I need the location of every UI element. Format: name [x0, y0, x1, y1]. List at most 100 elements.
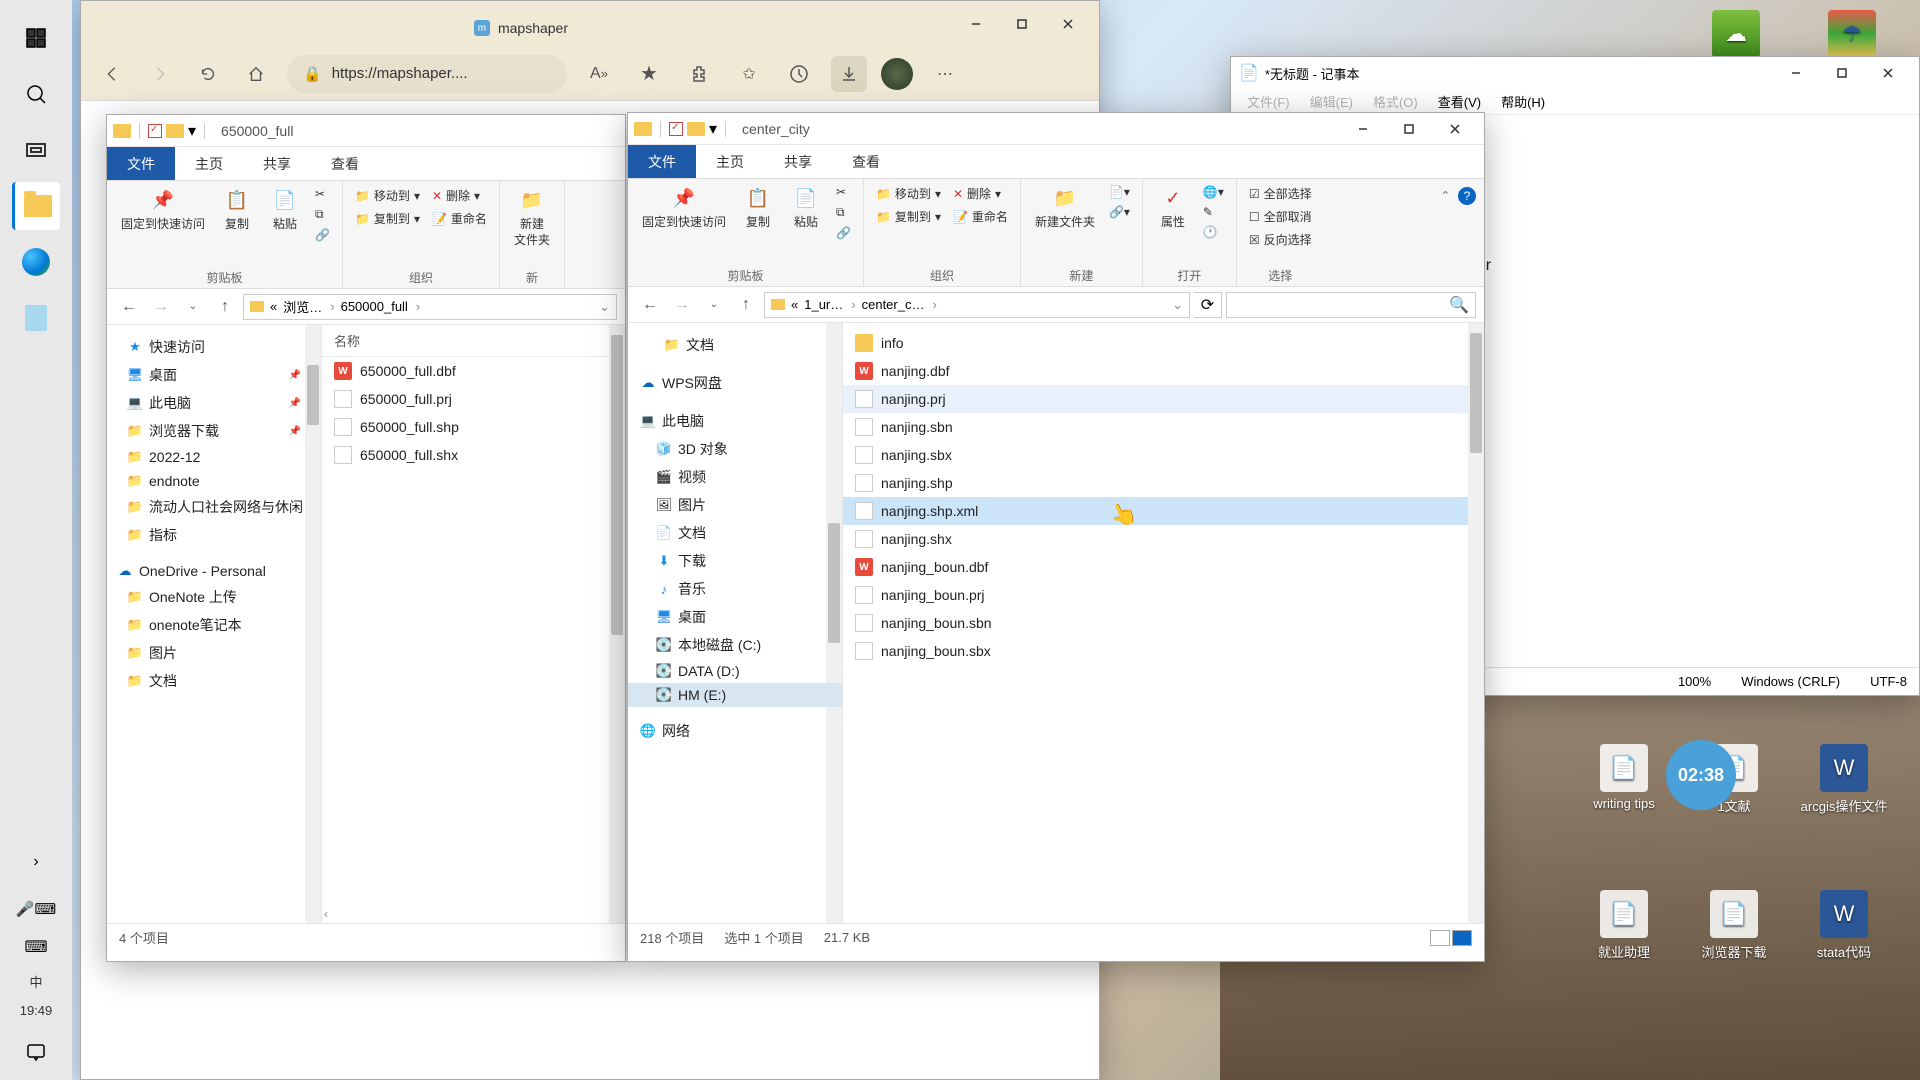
- menu-file[interactable]: 文件(F): [1239, 90, 1298, 113]
- history-button[interactable]: [781, 56, 817, 92]
- paste-button[interactable]: 📄粘贴: [784, 183, 828, 233]
- copy-path-button[interactable]: ⧉: [832, 203, 855, 222]
- paste-button[interactable]: 📄粘贴: [263, 185, 307, 235]
- desktop-icon-job[interactable]: 📄就业助理: [1580, 890, 1668, 961]
- minimize-button[interactable]: [1340, 113, 1386, 145]
- nav-folder[interactable]: 📁2022-12: [107, 445, 321, 469]
- paste-shortcut-button[interactable]: 🔗: [311, 226, 334, 244]
- file-item[interactable]: W650000_full.dbf: [322, 357, 625, 385]
- file-item[interactable]: 650000_full.prj: [322, 385, 625, 413]
- nav-downloads[interactable]: ⬇下载: [628, 547, 842, 575]
- tab-file[interactable]: 文件: [107, 147, 175, 180]
- tab-home[interactable]: 主页: [175, 147, 243, 180]
- new-folder-button[interactable]: 📁新建文件夹: [508, 185, 556, 250]
- new-item-button[interactable]: 📄▾: [1105, 183, 1134, 201]
- tab-share[interactable]: 共享: [764, 145, 832, 178]
- rename-button[interactable]: 📝 重命名: [428, 208, 491, 229]
- delete-button[interactable]: ✕ 删除 ▾: [949, 183, 1012, 204]
- menu-view[interactable]: 查看(V): [1430, 90, 1489, 113]
- maximize-button[interactable]: [1819, 57, 1865, 89]
- delete-button[interactable]: ✕ 删除 ▾: [428, 185, 491, 206]
- close-button[interactable]: [1865, 57, 1911, 89]
- nav-this-pc[interactable]: 💻此电脑📌: [107, 389, 321, 417]
- file-list[interactable]: infoWnanjing.dbfnanjing.prjnanjing.sbnna…: [843, 323, 1484, 923]
- qat-folder-icon[interactable]: [166, 124, 184, 138]
- hscroll-left[interactable]: ‹: [324, 907, 328, 921]
- nav-onedrive[interactable]: ☁OneDrive - Personal: [107, 559, 321, 583]
- pin-button[interactable]: 📌固定到快速访问: [115, 185, 211, 235]
- taskbar-edge[interactable]: [12, 238, 60, 286]
- start-button[interactable]: [12, 14, 60, 62]
- nav-3d-objects[interactable]: 🧊3D 对象: [628, 435, 842, 463]
- desktop-clock-widget[interactable]: 02:38: [1666, 740, 1736, 810]
- nav-videos[interactable]: 🎬视频: [628, 463, 842, 491]
- nav-quick-access[interactable]: ★快速访问: [107, 333, 321, 361]
- menu-edit[interactable]: 编辑(E): [1302, 90, 1361, 113]
- view-switcher[interactable]: [1430, 930, 1472, 946]
- nav-folder[interactable]: 📁文档: [107, 667, 321, 695]
- nav-pictures[interactable]: 🖼图片: [628, 491, 842, 519]
- select-all-button[interactable]: ☑ 全部选择: [1245, 183, 1316, 204]
- task-view-button[interactable]: [12, 126, 60, 174]
- home-button[interactable]: [239, 57, 273, 91]
- nav-music[interactable]: ♪音乐: [628, 575, 842, 603]
- addr-dropdown[interactable]: ⌄: [1172, 297, 1183, 313]
- qat-dropdown[interactable]: ▾: [188, 121, 196, 141]
- refresh-button[interactable]: ⟳: [1194, 292, 1222, 318]
- qat-dropdown[interactable]: ▾: [709, 119, 717, 139]
- desktop-icon-stata[interactable]: Wstata代码: [1800, 890, 1888, 961]
- invert-selection-button[interactable]: ☒ 反向选择: [1245, 229, 1316, 250]
- history-dropdown[interactable]: ⌄: [700, 291, 728, 319]
- favorites-button[interactable]: ✩: [731, 56, 767, 92]
- copy-button[interactable]: 📋复制: [736, 183, 780, 233]
- address-bar[interactable]: « 1_ur… center_c… ⌄: [764, 292, 1190, 318]
- search-button[interactable]: [12, 70, 60, 118]
- moveto-button[interactable]: 📁 移动到 ▾: [872, 183, 945, 204]
- nav-documents[interactable]: 📄文档: [628, 519, 842, 547]
- taskbar-clock[interactable]: 19:49: [20, 1003, 53, 1018]
- file-item[interactable]: nanjing.shx: [843, 525, 1484, 553]
- qat-folder-icon[interactable]: [687, 122, 705, 136]
- file-item[interactable]: nanjing_boun.sbx: [843, 637, 1484, 665]
- notepad-titlebar[interactable]: 📄 *无标题 - 记事本: [1231, 57, 1919, 89]
- menu-help[interactable]: 帮助(H): [1493, 90, 1553, 113]
- desktop-icon-browser-dl[interactable]: 📄浏览器下载: [1690, 890, 1778, 961]
- file-list[interactable]: 名称 W650000_full.dbf650000_full.prj650000…: [322, 325, 625, 923]
- minimize-button[interactable]: [953, 8, 999, 40]
- back-button[interactable]: [95, 57, 129, 91]
- qat-properties-icon[interactable]: [669, 122, 683, 136]
- file-item[interactable]: nanjing.shp: [843, 469, 1484, 497]
- rename-button[interactable]: 📝 重命名: [949, 206, 1012, 227]
- edit-button[interactable]: ✎: [1199, 203, 1228, 221]
- nav-network[interactable]: 🌐网络: [628, 717, 842, 745]
- nav-documents[interactable]: 📁文档: [628, 331, 842, 359]
- close-button[interactable]: [1432, 113, 1478, 145]
- file-item[interactable]: nanjing_boun.sbn: [843, 609, 1484, 637]
- breadcrumb-segment[interactable]: center_c…: [862, 297, 937, 312]
- tab-share[interactable]: 共享: [243, 147, 311, 180]
- file-item[interactable]: nanjing.sbn: [843, 413, 1484, 441]
- folder-icon[interactable]: [634, 122, 652, 136]
- file-item[interactable]: Wnanjing_boun.dbf: [843, 553, 1484, 581]
- breadcrumb-segment[interactable]: 650000_full: [341, 299, 421, 314]
- up-button[interactable]: ↑: [211, 293, 239, 321]
- refresh-button[interactable]: [191, 57, 225, 91]
- file-scrollbar[interactable]: [609, 325, 625, 923]
- nav-desktop[interactable]: 🖥桌面: [628, 603, 842, 631]
- cut-button[interactable]: ✂: [832, 183, 855, 201]
- address-bar[interactable]: 🔒 https://mapshaper....: [287, 55, 567, 93]
- breadcrumb-segment[interactable]: 浏览…: [283, 297, 334, 316]
- file-item[interactable]: nanjing.shp.xml: [843, 497, 1484, 525]
- paste-shortcut-button[interactable]: 🔗: [832, 224, 855, 242]
- taskbar-notifications[interactable]: [12, 1028, 60, 1076]
- maximize-button[interactable]: [999, 8, 1045, 40]
- easy-access-button[interactable]: 🔗▾: [1105, 203, 1134, 221]
- nav-d-drive[interactable]: 💽DATA (D:): [628, 659, 842, 683]
- read-aloud-button[interactable]: A»: [581, 56, 617, 92]
- tab-file[interactable]: 文件: [628, 145, 696, 178]
- tab-view[interactable]: 查看: [311, 147, 379, 180]
- select-none-button[interactable]: ☐ 全部取消: [1245, 206, 1316, 227]
- downloads-button[interactable]: [831, 56, 867, 92]
- folder-icon[interactable]: [113, 124, 131, 138]
- taskbar-tray-keyboard[interactable]: ⌨: [12, 932, 60, 962]
